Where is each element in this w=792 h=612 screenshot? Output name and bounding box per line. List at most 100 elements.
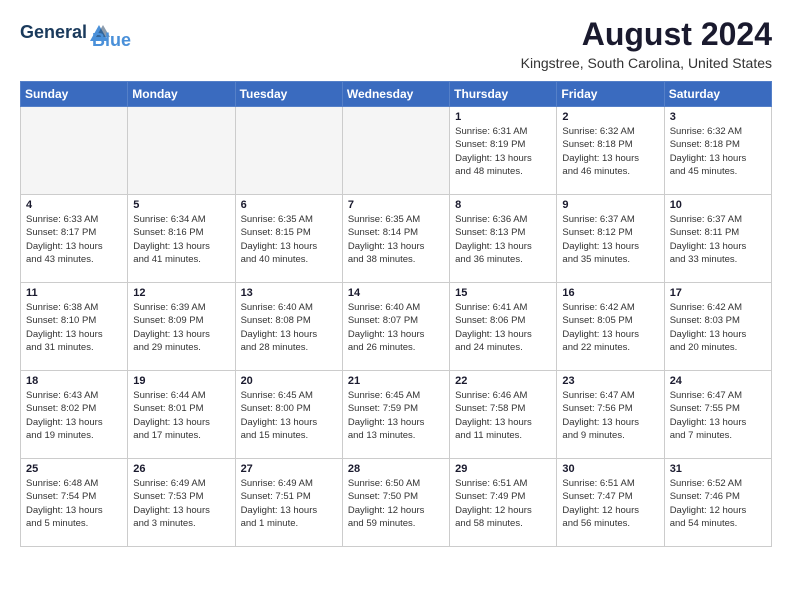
day-number: 9 <box>562 199 658 211</box>
calendar-cell: 22 Sunrise: 6:46 AM Sunset: 7:58 PM Dayli… <box>450 371 557 459</box>
calendar-cell: 2 Sunrise: 6:32 AM Sunset: 8:18 PM Daylig… <box>557 107 664 195</box>
day-number: 7 <box>348 199 444 211</box>
calendar-cell: 26 Sunrise: 6:49 AM Sunset: 7:53 PM Dayli… <box>128 459 235 547</box>
day-info: Sunrise: 6:51 AM Sunset: 7:47 PM Dayligh… <box>562 477 658 530</box>
day-info: Sunrise: 6:49 AM Sunset: 7:51 PM Dayligh… <box>241 477 337 530</box>
calendar-cell: 27 Sunrise: 6:49 AM Sunset: 7:51 PM Dayli… <box>235 459 342 547</box>
day-info: Sunrise: 6:40 AM Sunset: 8:07 PM Dayligh… <box>348 301 444 354</box>
day-info: Sunrise: 6:42 AM Sunset: 8:03 PM Dayligh… <box>670 301 766 354</box>
calendar-cell: 25 Sunrise: 6:48 AM Sunset: 7:54 PM Dayli… <box>21 459 128 547</box>
day-number: 12 <box>133 287 229 299</box>
day-info: Sunrise: 6:36 AM Sunset: 8:13 PM Dayligh… <box>455 213 551 266</box>
day-number: 23 <box>562 375 658 387</box>
day-info: Sunrise: 6:39 AM Sunset: 8:09 PM Dayligh… <box>133 301 229 354</box>
calendar-cell: 31 Sunrise: 6:52 AM Sunset: 7:46 PM Dayli… <box>664 459 771 547</box>
day-number: 2 <box>562 111 658 123</box>
calendar-cell <box>21 107 128 195</box>
day-info: Sunrise: 6:43 AM Sunset: 8:02 PM Dayligh… <box>26 389 122 442</box>
day-info: Sunrise: 6:33 AM Sunset: 8:17 PM Dayligh… <box>26 213 122 266</box>
calendar-cell: 21 Sunrise: 6:45 AM Sunset: 7:59 PM Dayli… <box>342 371 449 459</box>
calendar-cell: 24Sunrise: 6:47 AM Sunset: 7:55 PM Dayli… <box>664 371 771 459</box>
calendar-cell: 17 Sunrise: 6:42 AM Sunset: 8:03 PM Dayli… <box>664 283 771 371</box>
calendar-cell <box>128 107 235 195</box>
weekday-header-saturday: Saturday <box>664 82 771 107</box>
calendar-cell: 5 Sunrise: 6:34 AM Sunset: 8:16 PM Daylig… <box>128 195 235 283</box>
main-title: August 2024 <box>521 16 772 53</box>
calendar-header-row: SundayMondayTuesdayWednesdayThursdayFrid… <box>21 82 772 107</box>
day-number: 29 <box>455 463 551 475</box>
day-info: Sunrise: 6:52 AM Sunset: 7:46 PM Dayligh… <box>670 477 766 530</box>
calendar-cell: 7 Sunrise: 6:35 AM Sunset: 8:14 PM Daylig… <box>342 195 449 283</box>
day-number: 3 <box>670 111 766 123</box>
day-info: Sunrise: 6:47 AM Sunset: 7:56 PM Dayligh… <box>562 389 658 442</box>
weekday-header-friday: Friday <box>557 82 664 107</box>
day-info: Sunrise: 6:47 AM Sunset: 7:55 PM Dayligh… <box>670 389 766 442</box>
day-number: 14 <box>348 287 444 299</box>
day-number: 22 <box>455 375 551 387</box>
day-number: 15 <box>455 287 551 299</box>
day-number: 17 <box>670 287 766 299</box>
calendar-cell: 18 Sunrise: 6:43 AM Sunset: 8:02 PM Dayli… <box>21 371 128 459</box>
weekday-header-wednesday: Wednesday <box>342 82 449 107</box>
day-number: 25 <box>26 463 122 475</box>
day-info: Sunrise: 6:34 AM Sunset: 8:16 PM Dayligh… <box>133 213 229 266</box>
calendar-cell: 11Sunrise: 6:38 AM Sunset: 8:10 PM Dayli… <box>21 283 128 371</box>
day-info: Sunrise: 6:31 AM Sunset: 8:19 PM Dayligh… <box>455 125 551 178</box>
weekday-header-tuesday: Tuesday <box>235 82 342 107</box>
day-number: 5 <box>133 199 229 211</box>
weekday-header-thursday: Thursday <box>450 82 557 107</box>
calendar-cell: 15Sunrise: 6:41 AM Sunset: 8:06 PM Dayli… <box>450 283 557 371</box>
calendar-cell: 9Sunrise: 6:37 AM Sunset: 8:12 PM Daylig… <box>557 195 664 283</box>
day-number: 27 <box>241 463 337 475</box>
day-info: Sunrise: 6:45 AM Sunset: 7:59 PM Dayligh… <box>348 389 444 442</box>
day-info: Sunrise: 6:46 AM Sunset: 7:58 PM Dayligh… <box>455 389 551 442</box>
logo: General Blue <box>20 16 131 51</box>
day-number: 28 <box>348 463 444 475</box>
day-number: 26 <box>133 463 229 475</box>
calendar-cell <box>235 107 342 195</box>
day-info: Sunrise: 6:40 AM Sunset: 8:08 PM Dayligh… <box>241 301 337 354</box>
calendar: SundayMondayTuesdayWednesdayThursdayFrid… <box>20 81 772 547</box>
day-info: Sunrise: 6:51 AM Sunset: 7:49 PM Dayligh… <box>455 477 551 530</box>
calendar-cell: 14 Sunrise: 6:40 AM Sunset: 8:07 PM Dayli… <box>342 283 449 371</box>
calendar-cell: 19 Sunrise: 6:44 AM Sunset: 8:01 PM Dayli… <box>128 371 235 459</box>
day-number: 13 <box>241 287 337 299</box>
logo-blue: Blue <box>92 30 131 51</box>
weekday-header-sunday: Sunday <box>21 82 128 107</box>
day-number: 21 <box>348 375 444 387</box>
day-number: 31 <box>670 463 766 475</box>
day-info: Sunrise: 6:32 AM Sunset: 8:18 PM Dayligh… <box>670 125 766 178</box>
day-info: Sunrise: 6:44 AM Sunset: 8:01 PM Dayligh… <box>133 389 229 442</box>
calendar-week-5: 25 Sunrise: 6:48 AM Sunset: 7:54 PM Dayli… <box>21 459 772 547</box>
calendar-cell: 12 Sunrise: 6:39 AM Sunset: 8:09 PM Dayli… <box>128 283 235 371</box>
calendar-cell: 13 Sunrise: 6:40 AM Sunset: 8:08 PM Dayli… <box>235 283 342 371</box>
calendar-cell: 29 Sunrise: 6:51 AM Sunset: 7:49 PM Dayli… <box>450 459 557 547</box>
day-number: 18 <box>26 375 122 387</box>
day-number: 19 <box>133 375 229 387</box>
calendar-cell <box>342 107 449 195</box>
title-block: August 2024 Kingstree, South Carolina, U… <box>521 16 772 71</box>
calendar-cell: 30Sunrise: 6:51 AM Sunset: 7:47 PM Dayli… <box>557 459 664 547</box>
day-info: Sunrise: 6:48 AM Sunset: 7:54 PM Dayligh… <box>26 477 122 530</box>
day-number: 4 <box>26 199 122 211</box>
day-info: Sunrise: 6:49 AM Sunset: 7:53 PM Dayligh… <box>133 477 229 530</box>
subtitle: Kingstree, South Carolina, United States <box>521 55 772 71</box>
calendar-week-3: 11Sunrise: 6:38 AM Sunset: 8:10 PM Dayli… <box>21 283 772 371</box>
calendar-cell: 3 Sunrise: 6:32 AM Sunset: 8:18 PM Daylig… <box>664 107 771 195</box>
day-number: 10 <box>670 199 766 211</box>
day-number: 16 <box>562 287 658 299</box>
day-info: Sunrise: 6:37 AM Sunset: 8:11 PM Dayligh… <box>670 213 766 266</box>
day-info: Sunrise: 6:32 AM Sunset: 8:18 PM Dayligh… <box>562 125 658 178</box>
day-info: Sunrise: 6:42 AM Sunset: 8:05 PM Dayligh… <box>562 301 658 354</box>
day-number: 6 <box>241 199 337 211</box>
calendar-cell: 1 Sunrise: 6:31 AM Sunset: 8:19 PM Daylig… <box>450 107 557 195</box>
header: General Blue August 2024 Kingstree, Sout… <box>20 16 772 71</box>
calendar-cell: 16 Sunrise: 6:42 AM Sunset: 8:05 PM Dayli… <box>557 283 664 371</box>
day-info: Sunrise: 6:50 AM Sunset: 7:50 PM Dayligh… <box>348 477 444 530</box>
day-info: Sunrise: 6:35 AM Sunset: 8:14 PM Dayligh… <box>348 213 444 266</box>
day-number: 1 <box>455 111 551 123</box>
day-info: Sunrise: 6:38 AM Sunset: 8:10 PM Dayligh… <box>26 301 122 354</box>
calendar-cell: 23 Sunrise: 6:47 AM Sunset: 7:56 PM Dayli… <box>557 371 664 459</box>
calendar-cell: 4 Sunrise: 6:33 AM Sunset: 8:17 PM Daylig… <box>21 195 128 283</box>
day-number: 8 <box>455 199 551 211</box>
